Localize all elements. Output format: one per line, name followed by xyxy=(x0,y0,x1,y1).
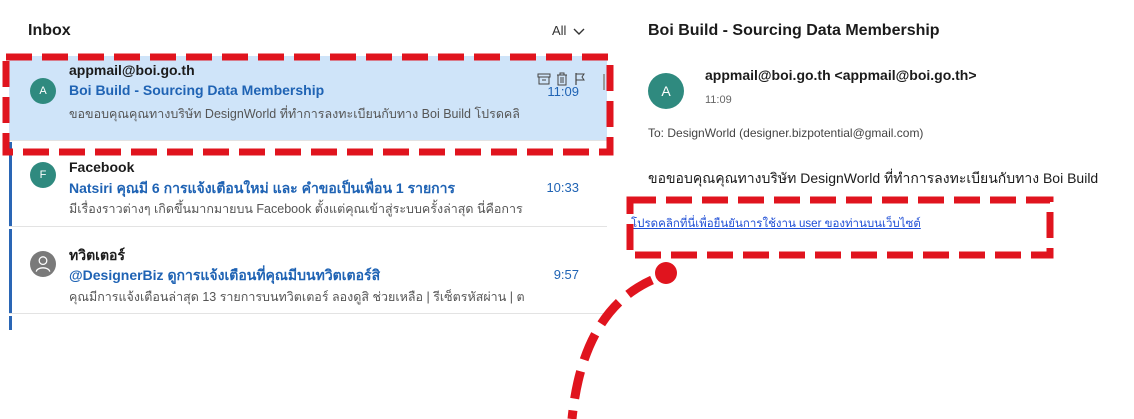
message-subject: @DesignerBiz ดูการแจ้งเตือนที่คุณมีบนทวิ… xyxy=(69,267,381,283)
reading-from: appmail@boi.go.th <appmail@boi.go.th> xyxy=(705,67,977,83)
message-sender: appmail@boi.go.th xyxy=(69,62,195,78)
flag-icon[interactable] xyxy=(573,72,587,86)
message-sender: Facebook xyxy=(69,159,135,175)
message-time: 11:09 xyxy=(547,84,579,99)
reading-subject: Boi Build - Sourcing Data Membership xyxy=(648,22,940,39)
caption-cut-off xyxy=(18,404,1118,419)
avatar: F xyxy=(30,162,56,188)
message-item-boi[interactable]: A appmail@boi.go.th Boi Build - Sourcing… xyxy=(9,56,607,141)
annotation-dot xyxy=(655,262,677,284)
avatar: A xyxy=(30,78,56,104)
unread-indicator xyxy=(9,142,12,226)
message-subject: Boi Build - Sourcing Data Membership xyxy=(69,82,325,98)
inbox-title: Inbox xyxy=(28,22,71,39)
trash-icon[interactable] xyxy=(555,72,569,86)
message-actions xyxy=(537,72,587,86)
avatar xyxy=(30,251,56,277)
unread-indicator xyxy=(9,316,12,330)
message-sender: ทวิตเตอร์ xyxy=(69,247,125,263)
message-item-twitter[interactable]: ทวิตเตอร์ @DesignerBiz ดูการแจ้งเตือนที่… xyxy=(9,229,607,314)
message-item-facebook[interactable]: F Facebook Natsiri คุณมี 6 การแจ้งเตือนใ… xyxy=(9,142,607,227)
message-subject: Natsiri คุณมี 6 การแจ้งเตือนใหม่ และ คำข… xyxy=(69,180,456,196)
archive-icon[interactable] xyxy=(537,72,551,86)
reading-body: ขอขอบคุณคุณทางบริษัท DesignWorld ที่ทำกา… xyxy=(648,170,1099,186)
inbox-pane: Inbox All A appmail@boi.go.th Boi Build … xyxy=(0,0,612,330)
reading-to: To: DesignWorld (designer.bizpotential@g… xyxy=(648,126,923,140)
message-preview: คุณมีการแจ้งเตือนล่าสุด 13 รายการบนทวิตเ… xyxy=(69,290,525,304)
confirm-link[interactable]: โปรดคลิกที่นี่เพื่อยืนยันการใช้งาน user … xyxy=(631,215,921,233)
filter-dropdown[interactable]: All xyxy=(552,23,585,38)
person-icon xyxy=(35,256,51,272)
message-time: 9:57 xyxy=(553,267,579,282)
reading-time: 11:09 xyxy=(705,94,732,106)
unread-indicator xyxy=(9,229,12,313)
filter-label: All xyxy=(552,23,567,38)
to-label: To: xyxy=(648,126,665,140)
message-time: 10:33 xyxy=(546,180,579,195)
sender-avatar: A xyxy=(648,73,684,109)
chevron-down-icon xyxy=(573,28,585,35)
message-preview: ขอขอบคุณคุณทางบริษัท DesignWorld ที่ทำกา… xyxy=(69,107,520,121)
to-value: DesignWorld (designer.bizpotential@gmail… xyxy=(667,126,924,140)
message-preview: มีเรื่องราวต่างๆ เกิดขึ้นมากมายบน Facebo… xyxy=(69,202,523,216)
scrollbar-thumb[interactable] xyxy=(603,74,605,90)
